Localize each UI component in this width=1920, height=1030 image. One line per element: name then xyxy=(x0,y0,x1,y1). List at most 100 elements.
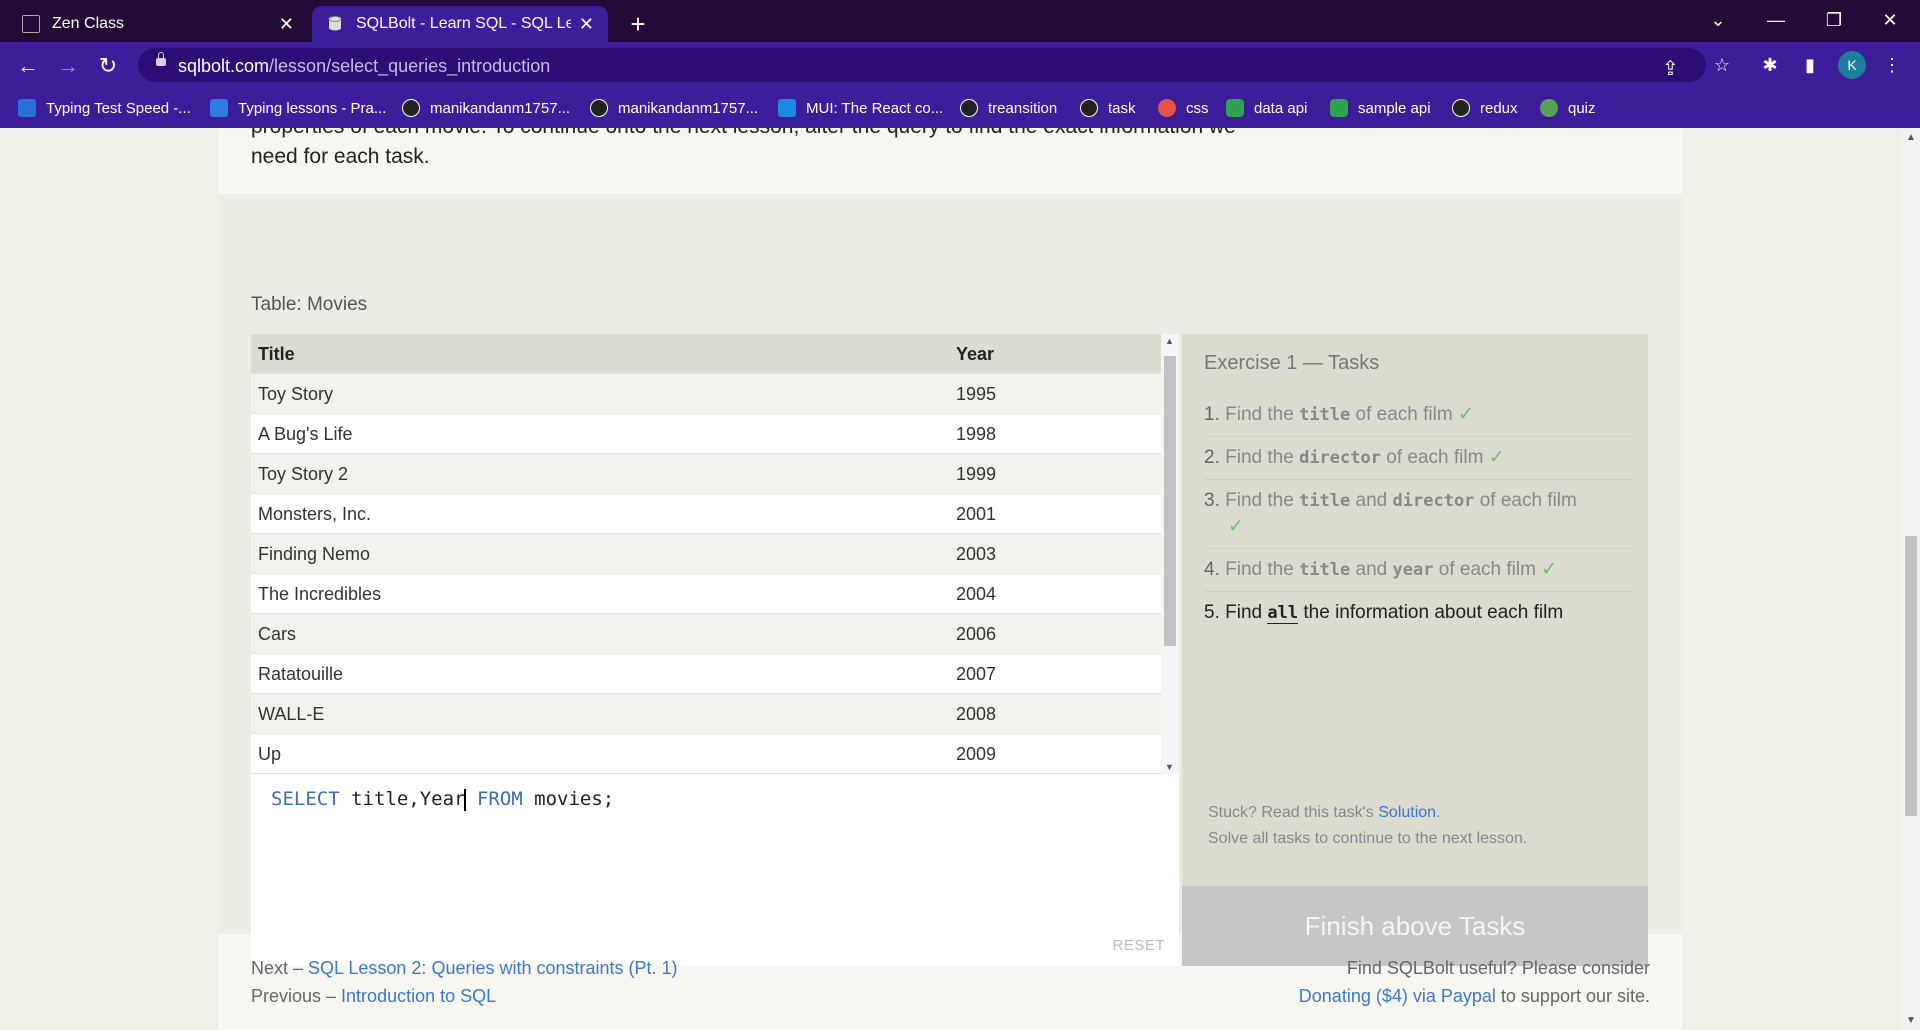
table-cell: Toy Story 2 xyxy=(258,464,349,484)
tab-label: Zen Class xyxy=(52,15,125,32)
table-cell: Up xyxy=(258,744,282,764)
address-bar[interactable]: sqlbolt.com/lesson/select_queries_introd… xyxy=(138,48,1706,82)
page-scrollbar[interactable]: ▲ ▼ xyxy=(1902,128,1920,1030)
lock-icon xyxy=(156,52,166,66)
task-list: 1. Find the title of each film ✓ 2. Find… xyxy=(1204,394,1634,634)
bookmark-item[interactable]: css xyxy=(1158,96,1209,120)
scroll-up-icon[interactable]: ▲ xyxy=(1165,336,1174,346)
url-text: sqlbolt.com/lesson/select_queries_introd… xyxy=(178,56,551,76)
scroll-down-icon[interactable]: ▼ xyxy=(1165,762,1174,772)
bookmark-item[interactable]: treansition xyxy=(960,96,1057,120)
text-cursor xyxy=(464,788,467,811)
css-icon xyxy=(1158,99,1176,117)
task-item: 1. Find the title of each film ✓ xyxy=(1204,394,1634,437)
reload-icon[interactable]: ↻ xyxy=(92,50,124,82)
table-header-row: Title Year xyxy=(251,334,1161,374)
task-item-current: 5. Find all the information about each f… xyxy=(1204,602,1564,624)
menu-icon[interactable]: ⋮ xyxy=(1878,51,1906,79)
task-item: 4. Find the title and year of each film … xyxy=(1204,549,1634,592)
scroll-up-icon[interactable]: ▲ xyxy=(1906,132,1916,143)
bookmark-item[interactable]: quiz xyxy=(1540,96,1596,120)
lesson-content: properties of each movie. To continue on… xyxy=(218,128,1682,1030)
mui-icon xyxy=(778,99,796,117)
avatar[interactable]: K xyxy=(1838,51,1866,79)
previous-lesson-link[interactable]: Introduction to SQL xyxy=(341,986,496,1006)
solve-all-text: Solve all tasks to continue to the next … xyxy=(1208,830,1528,847)
forward-icon[interactable]: → xyxy=(52,50,84,82)
api-icon xyxy=(1226,99,1244,117)
table-scrollbar-thumb[interactable] xyxy=(1164,356,1176,646)
table-cell: Finding Nemo xyxy=(258,544,371,564)
bookmark-item[interactable]: Typing lessons - Pra... xyxy=(210,96,386,120)
tab-search-icon[interactable]: ⌄ xyxy=(1694,0,1742,40)
table-cell: 1999 xyxy=(956,464,997,484)
movies-table[interactable]: Title Year Toy Story 1995 A Bug's Life 199… xyxy=(251,334,1179,774)
bookmark-item[interactable]: MUI: The React co... xyxy=(778,96,943,120)
bookmark-item[interactable]: manikandanm1757... xyxy=(402,96,570,120)
new-tab-button[interactable]: + xyxy=(620,6,656,42)
database-icon xyxy=(326,15,344,33)
tab-sqlbolt[interactable]: SQLBolt - Learn SQL - SQL Lesson ✕ xyxy=(312,6,608,42)
table-row: WALL-E 2008 xyxy=(251,694,1161,734)
api-icon xyxy=(1330,99,1348,117)
scroll-down-icon[interactable]: ▼ xyxy=(1906,1015,1916,1026)
donation-note: Find SQLBolt useful? Please consider Don… xyxy=(1298,958,1650,1006)
intro-text-line: need for each task. xyxy=(251,145,430,168)
exercise-tasks-panel: Exercise 1 — Tasks 1. Find the title of … xyxy=(1182,334,1648,966)
share-icon[interactable]: ⇪ xyxy=(1662,56,1679,81)
table-row: The Incredibles 2004 xyxy=(251,574,1161,614)
table-cell: Monsters, Inc. xyxy=(258,504,372,524)
page-scrollbar-thumb[interactable] xyxy=(1905,536,1917,816)
stuck-hint: Stuck? Read this task's Solution. Solve … xyxy=(1208,804,1528,847)
query-text[interactable]: SELECT title,Year FROM movies; xyxy=(271,788,614,811)
table-row: Up 2009 xyxy=(251,734,1161,774)
github-icon xyxy=(960,99,978,117)
bookmark-favicon-icon xyxy=(18,99,36,117)
check-icon: ✓ xyxy=(1457,404,1474,425)
bookmark-item[interactable]: sample api xyxy=(1330,96,1431,120)
bookmark-item[interactable]: task xyxy=(1080,96,1136,120)
task-item: 3. Find the title and director of each f… xyxy=(1204,480,1634,549)
bookmark-favicon-icon xyxy=(210,99,228,117)
sql-query-editor[interactable]: SELECT title,Year FROM movies; RESET xyxy=(251,774,1179,966)
exercise-title: Exercise 1 — Tasks xyxy=(1204,352,1380,374)
check-icon: ✓ xyxy=(1541,559,1558,580)
close-tab-icon[interactable]: ✕ xyxy=(279,14,294,35)
tab-zen-class[interactable]: Zen Class ✕ xyxy=(8,6,308,42)
page-viewport: properties of each movie. To continue on… xyxy=(0,128,1902,1030)
bookmarks-bar: Typing Test Speed -... Typing lessons - … xyxy=(0,88,1920,128)
table-row: Cars 2006 xyxy=(251,614,1161,654)
column-header: Year xyxy=(956,344,995,364)
minimize-button[interactable]: — xyxy=(1752,0,1800,40)
reset-button[interactable]: RESET xyxy=(1112,937,1165,954)
github-icon xyxy=(590,99,608,117)
table-cell: 2009 xyxy=(956,744,997,764)
table-row: Ratatouille 2007 xyxy=(251,654,1161,694)
close-window-button[interactable]: ✕ xyxy=(1866,0,1914,40)
bookmark-item[interactable]: redux xyxy=(1452,96,1518,120)
github-icon xyxy=(402,99,420,117)
table-row: Finding Nemo 2003 xyxy=(251,534,1161,574)
bookmark-star-icon[interactable]: ☆ xyxy=(1708,51,1736,79)
exercise-card: Table: Movies Title Year Toy Story 1995 A… xyxy=(218,194,1682,966)
bookmark-item[interactable]: Typing Test Speed -... xyxy=(18,96,191,120)
table-scrollbar[interactable]: ▲ ▼ xyxy=(1161,334,1179,774)
restore-button[interactable]: ❐ xyxy=(1810,0,1858,40)
side-panel-icon[interactable]: ▮ xyxy=(1796,51,1824,79)
table-cell: 2006 xyxy=(956,624,997,644)
lesson-navigation: Next – SQL Lesson 2: Queries with constr… xyxy=(251,958,678,1006)
table-cell: Toy Story xyxy=(258,384,334,404)
table-row: Toy Story 1995 xyxy=(251,374,1161,414)
bookmark-item[interactable]: manikandanm1757... xyxy=(590,96,758,120)
table-cell: 1995 xyxy=(956,384,997,404)
next-lesson-link[interactable]: SQL Lesson 2: Queries with constraints (… xyxy=(308,958,678,978)
intro-text-line: properties of each movie. To continue on… xyxy=(251,128,1236,142)
table-cell: The Incredibles xyxy=(258,584,382,604)
task-item: 2. Find the director of each film ✓ xyxy=(1204,437,1634,480)
close-tab-icon[interactable]: ✕ xyxy=(579,14,594,35)
donate-link[interactable]: Donating ($4) via Paypal xyxy=(1299,986,1496,1006)
bookmark-item[interactable]: data api xyxy=(1226,96,1307,120)
solution-link[interactable]: Solution xyxy=(1378,804,1436,821)
back-icon[interactable]: ← xyxy=(12,50,44,82)
extensions-icon[interactable]: ✱ xyxy=(1756,51,1784,79)
